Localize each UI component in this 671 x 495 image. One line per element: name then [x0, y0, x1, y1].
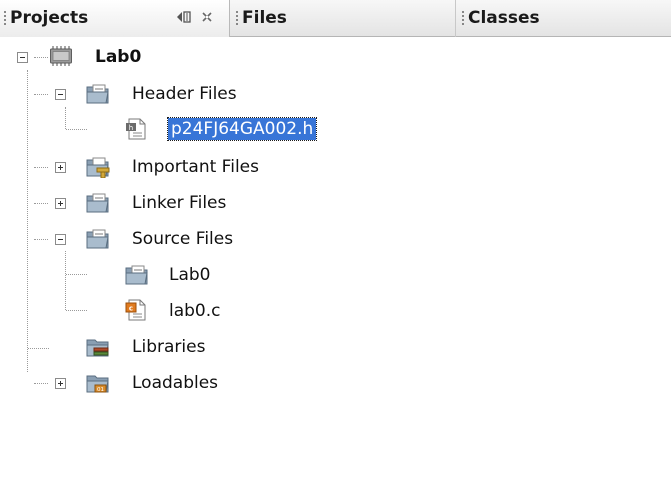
project-name: Lab0: [95, 47, 142, 67]
folder-icon: [86, 84, 109, 104]
project-tree: Lab0 Header Files h p24FJ64GA002.h Impor…: [0, 37, 671, 495]
expand-toggle-icon[interactable]: [55, 378, 66, 389]
close-icon: [202, 12, 212, 22]
tab-classes-label: Classes: [468, 8, 540, 28]
source-file-label: lab0.c: [169, 301, 221, 321]
minimize-icon: [177, 11, 191, 23]
tree-node-linker-files[interactable]: Linker Files: [0, 185, 671, 221]
tree-node-libraries[interactable]: Libraries: [0, 329, 671, 365]
folder-icon: [125, 265, 148, 285]
tree-node-header-file[interactable]: h p24FJ64GA002.h: [0, 112, 671, 148]
libraries-folder-icon: [86, 339, 109, 357]
header-file-label: p24FJ64GA002.h: [166, 117, 318, 141]
loadables-label: Loadables: [132, 373, 219, 393]
c-file-icon: c: [125, 299, 146, 321]
svg-text:01: 01: [97, 387, 104, 393]
source-folder-label: Lab0: [169, 265, 211, 285]
grip-icon: [462, 10, 464, 26]
expand-toggle-icon[interactable]: [55, 198, 66, 209]
collapse-toggle-icon[interactable]: [55, 234, 66, 245]
source-files-label: Source Files: [132, 229, 234, 249]
collapse-toggle-icon[interactable]: [17, 52, 28, 63]
important-folder-icon: [86, 157, 110, 178]
important-files-label: Important Files: [132, 157, 259, 177]
tab-files-label: Files: [242, 8, 287, 28]
grip-icon: [4, 10, 6, 26]
expand-toggle-icon[interactable]: [55, 162, 66, 173]
grip-icon: [236, 10, 238, 26]
tree-node-source-folder[interactable]: Lab0: [0, 257, 671, 293]
project-chip-icon: [50, 46, 72, 66]
tree-node-loadables[interactable]: 01 Loadables: [0, 365, 671, 401]
header-files-label: Header Files: [132, 84, 237, 104]
loadables-folder-icon: 01: [86, 375, 109, 393]
folder-icon: [86, 193, 109, 213]
close-tab-button[interactable]: [199, 9, 215, 25]
tab-projects-label: Projects: [10, 8, 89, 28]
svg-text:h: h: [129, 124, 133, 132]
minimize-window-button[interactable]: [176, 9, 192, 25]
header-file-icon: h: [126, 118, 146, 140]
tree-node-important-files[interactable]: Important Files: [0, 149, 671, 185]
tree-node-source-files[interactable]: Source Files: [0, 221, 671, 257]
projects-window: Projects Files Classes Lab0 Header Files…: [0, 0, 671, 495]
tree-node-header-files[interactable]: Header Files: [0, 76, 671, 112]
svg-text:c: c: [129, 305, 133, 313]
tab-strip: Projects Files Classes: [0, 0, 671, 37]
tab-files[interactable]: Files: [232, 0, 456, 37]
libraries-label: Libraries: [132, 337, 206, 357]
tree-node-project[interactable]: Lab0: [0, 39, 671, 75]
folder-icon: [86, 229, 109, 249]
tab-classes[interactable]: Classes: [458, 0, 671, 37]
tree-node-source-file[interactable]: c lab0.c: [0, 293, 671, 329]
linker-files-label: Linker Files: [132, 193, 227, 213]
tab-projects[interactable]: Projects: [0, 0, 230, 37]
collapse-toggle-icon[interactable]: [55, 89, 66, 100]
